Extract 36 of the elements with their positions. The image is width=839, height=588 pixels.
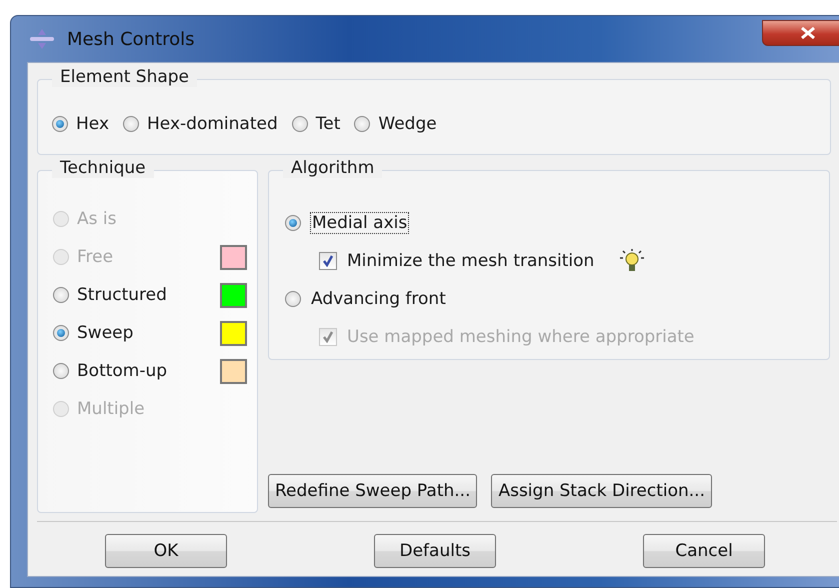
close-icon (800, 27, 816, 39)
window-title: Mesh Controls (67, 28, 195, 50)
option-label: Hex (76, 114, 110, 134)
option-label: Advancing front (311, 289, 446, 309)
option-label: Multiple (77, 399, 145, 419)
radio-button[interactable] (53, 287, 69, 303)
radio-button[interactable] (52, 116, 68, 132)
close-button[interactable] (762, 20, 839, 46)
group-title: Algorithm (283, 158, 382, 178)
option-label: Bottom-up (77, 361, 168, 381)
option-label: Hex-dominated (147, 114, 278, 134)
option-label: Tet (316, 114, 340, 134)
dialog-button[interactable]: OK (105, 534, 227, 568)
dialog-button[interactable]: Cancel (643, 534, 765, 568)
action-button[interactable]: Redefine Sweep Path... (268, 474, 478, 508)
radio-button[interactable] (123, 116, 140, 132)
group-title: Technique (52, 158, 154, 178)
option-label: Structured (77, 285, 167, 305)
option-label: Wedge (378, 114, 437, 134)
radio-button[interactable] (292, 116, 308, 132)
action-button[interactable]: Assign Stack Direction... (491, 474, 712, 508)
dialog-button[interactable]: Defaults (374, 534, 496, 568)
radio-button[interactable] (354, 116, 370, 132)
checkbox[interactable] (319, 252, 337, 270)
radio-button[interactable] (285, 291, 301, 307)
option-label: Use mapped meshing where appropriate (347, 327, 694, 347)
radio-button[interactable] (285, 215, 301, 231)
app-icon (29, 28, 55, 50)
radio-button[interactable] (53, 363, 69, 379)
option-label: As is (77, 209, 116, 229)
option-label: Minimize the mesh transition (347, 251, 594, 271)
option-label: Medial axis (311, 213, 408, 233)
option-label: Free (77, 247, 114, 267)
group-title: Element Shape (52, 67, 198, 87)
radio-button[interactable] (53, 325, 69, 341)
option-label: Sweep (77, 323, 134, 343)
